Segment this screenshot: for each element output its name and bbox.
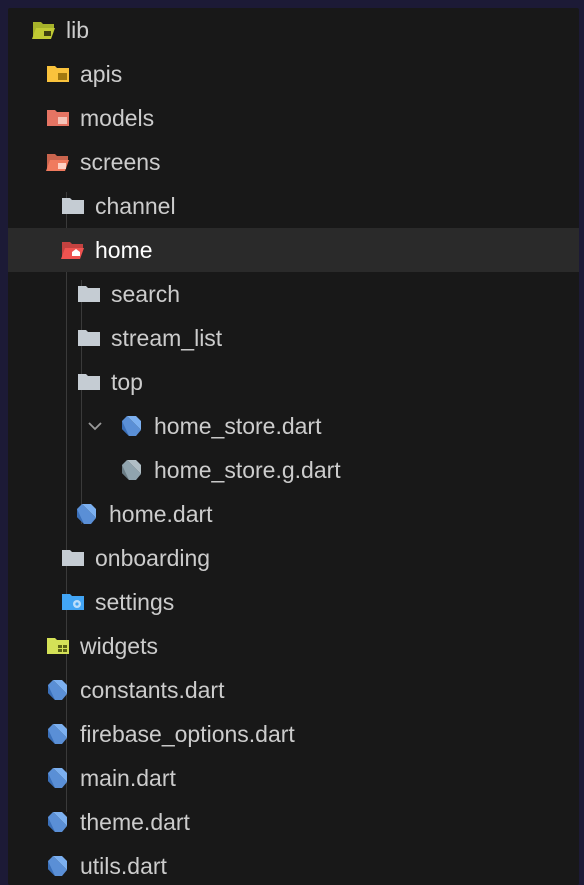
tree-item-theme-dart[interactable]: theme.dart <box>8 800 579 844</box>
tree-item-label: onboarding <box>95 544 211 571</box>
tree-item-top[interactable]: top <box>8 360 579 404</box>
tree-item-settings[interactable]: settings <box>8 580 579 624</box>
tree-item-main-dart[interactable]: main.dart <box>8 756 579 800</box>
tree-item-channel[interactable]: channel <box>8 184 579 228</box>
tree-item-label: main.dart <box>80 764 176 791</box>
tree-item-label: theme.dart <box>80 808 190 835</box>
dart-file-icon <box>46 854 70 878</box>
tree-item-label: firebase_options.dart <box>80 720 295 747</box>
dart-file-icon <box>120 414 144 438</box>
folder-icon <box>77 282 101 306</box>
dart-file-icon <box>46 766 70 790</box>
tree-item-onboarding[interactable]: onboarding <box>8 536 579 580</box>
folder-icon <box>77 326 101 350</box>
tree-item-constants-dart[interactable]: constants.dart <box>8 668 579 712</box>
tree-item-label: settings <box>95 588 175 615</box>
tree-item-label: home_store.dart <box>154 412 322 439</box>
folder-icon <box>61 194 85 218</box>
dart-generated-file-icon <box>120 458 144 482</box>
dart-file-icon <box>75 502 99 526</box>
tree-item-label: search <box>111 280 181 307</box>
tree-item-label: stream_list <box>111 324 223 351</box>
tree-item-label: lib <box>66 16 90 43</box>
tree-item-label: home_store.g.dart <box>154 456 341 483</box>
folder-lib-open-icon <box>32 18 56 42</box>
tree-item-label: screens <box>80 148 161 175</box>
folder-widgets-icon <box>46 634 70 658</box>
tree-item-home-store-g-dart[interactable]: home_store.g.dart <box>8 448 579 492</box>
dart-file-icon <box>46 722 70 746</box>
tree-item-search[interactable]: search <box>8 272 579 316</box>
tree-item-widgets[interactable]: widgets <box>8 624 579 668</box>
folder-apis-icon <box>46 62 70 86</box>
tree-item-label: home <box>95 236 153 263</box>
folder-home-open-icon <box>61 238 85 262</box>
chevron-down-icon[interactable] <box>86 417 104 435</box>
tree-item-utils-dart[interactable]: utils.dart <box>8 844 579 885</box>
tree-item-home-store-dart[interactable]: home_store.dart <box>8 404 579 448</box>
tree-item-lib[interactable]: lib <box>8 8 579 52</box>
tree-item-home-dart[interactable]: home.dart <box>8 492 579 536</box>
folder-icon <box>61 546 85 570</box>
dart-file-icon <box>46 678 70 702</box>
tree-item-screens[interactable]: screens <box>8 140 579 184</box>
tree-item-label: top <box>111 368 143 395</box>
explorer-panel: lib apis models screens channel home sea… <box>8 8 579 885</box>
tree-item-label: apis <box>80 60 123 87</box>
tree-item-label: models <box>80 104 155 131</box>
tree-item-label: utils.dart <box>80 852 167 879</box>
tree-item-firebase-options-dart[interactable]: firebase_options.dart <box>8 712 579 756</box>
tree-item-apis[interactable]: apis <box>8 52 579 96</box>
folder-screens-open-icon <box>46 150 70 174</box>
folder-models-icon <box>46 106 70 130</box>
dart-file-icon <box>46 810 70 834</box>
tree-item-label: widgets <box>80 632 158 659</box>
tree-item-label: home.dart <box>109 500 213 527</box>
tree-item-models[interactable]: models <box>8 96 579 140</box>
tree-item-label: constants.dart <box>80 676 225 703</box>
tree-item-label: channel <box>95 192 176 219</box>
folder-settings-icon <box>61 590 85 614</box>
tree-item-stream-list[interactable]: stream_list <box>8 316 579 360</box>
folder-icon <box>77 370 101 394</box>
tree-item-home[interactable]: home <box>8 228 579 272</box>
